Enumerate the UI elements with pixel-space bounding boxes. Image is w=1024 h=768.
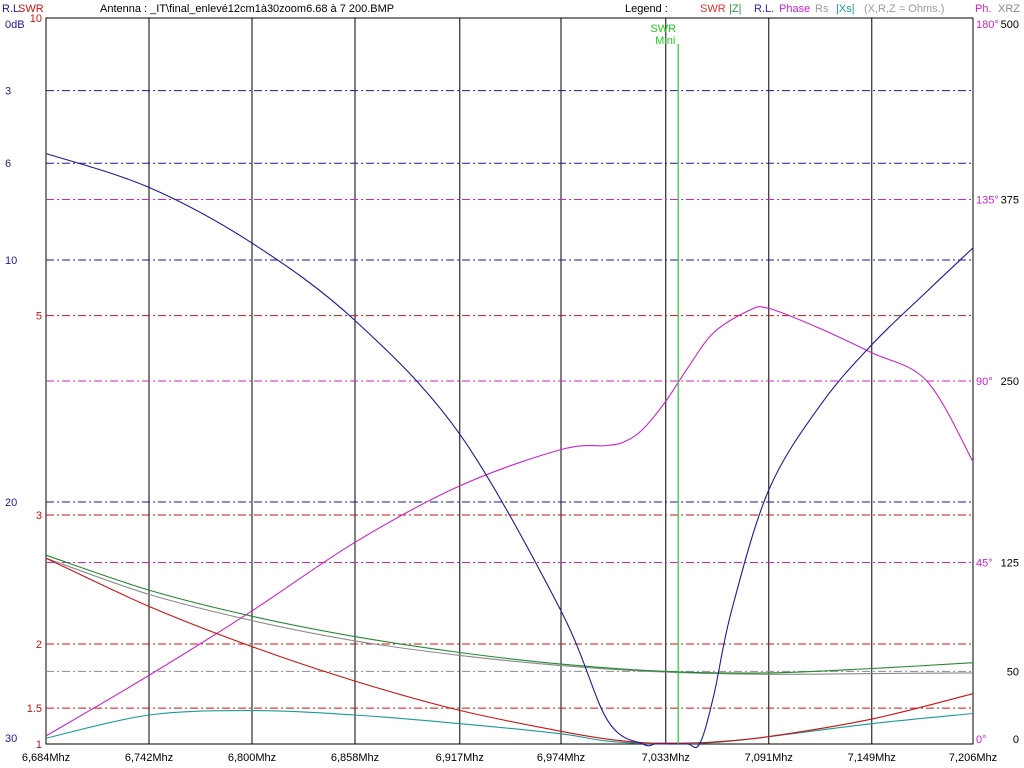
swr-tick-label: 5: [36, 311, 42, 323]
ohm-tick-label: 125: [1001, 558, 1019, 570]
swr-tick-label: 3: [36, 510, 42, 522]
phase-tick-label: 180°: [976, 19, 999, 31]
rl-tick-label: 3: [5, 86, 11, 98]
phase-tick-label: 90°: [976, 376, 993, 388]
swr-tick-label: 1: [36, 739, 42, 751]
ohm-tick-label: 50: [1007, 666, 1019, 678]
series-lines: [45, 152, 974, 749]
swr-tick-label: 1.5: [27, 703, 42, 715]
impedance-series-line: [45, 554, 974, 674]
x-tick-label: 7,149Mhz: [848, 752, 896, 764]
phase-tick-label: 135°: [976, 195, 999, 207]
x-tick-label: 6,917Mhz: [436, 752, 484, 764]
x-tick-label: 6,858Mhz: [331, 752, 379, 764]
rl-tick-label: 0dB: [5, 19, 25, 31]
reactance-series-line: [45, 710, 974, 745]
ohm-tick-label: 500: [1001, 19, 1019, 31]
swr-min-marker: SWRMini: [650, 23, 679, 744]
swr-series-line: [45, 557, 974, 744]
ohm-tick-label: 0: [1013, 734, 1019, 746]
x-tick-label: 6,742Mhz: [125, 752, 173, 764]
ohm-tick-label: 250: [1001, 376, 1019, 388]
rl-tick-label: 10: [5, 255, 17, 267]
axis-labels: 6,684Mhz 6,742Mhz 6,800Mhz 6,858Mhz 6,917Mhz…: [5, 13, 1019, 764]
phase-tick-label: 45°: [976, 558, 993, 570]
swr-tick-label: 2: [36, 639, 42, 651]
x-tick-label: 7,033Mhz: [642, 752, 690, 764]
x-tick-label: 7,091Mhz: [745, 752, 793, 764]
swr-tick-label: 10: [30, 13, 42, 25]
x-tick-label: 7,206Mhz: [949, 752, 997, 764]
ohm-tick-label: 375: [1001, 195, 1019, 207]
phase-tick-label: 0°: [976, 734, 987, 746]
x-tick-label: 6,800Mhz: [228, 752, 276, 764]
x-tick-label: 6,974Mhz: [537, 752, 585, 764]
antenna-analyzer-chart: SWRMini 6,684Mhz 6,742Mhz 6,800Mhz 6,858Mhz…: [5, 13, 1019, 764]
swr-min-marker-sublabel: Mini: [655, 35, 675, 47]
rl-tick-label: 6: [5, 158, 11, 170]
rl-tick-label: 30: [5, 733, 17, 745]
grid: [45, 17, 974, 745]
resistance-series-line: [45, 557, 974, 675]
x-tick-label: 6,684Mhz: [22, 752, 70, 764]
swr-min-marker-label: SWR: [650, 23, 676, 35]
rl-tick-label: 20: [5, 497, 17, 509]
